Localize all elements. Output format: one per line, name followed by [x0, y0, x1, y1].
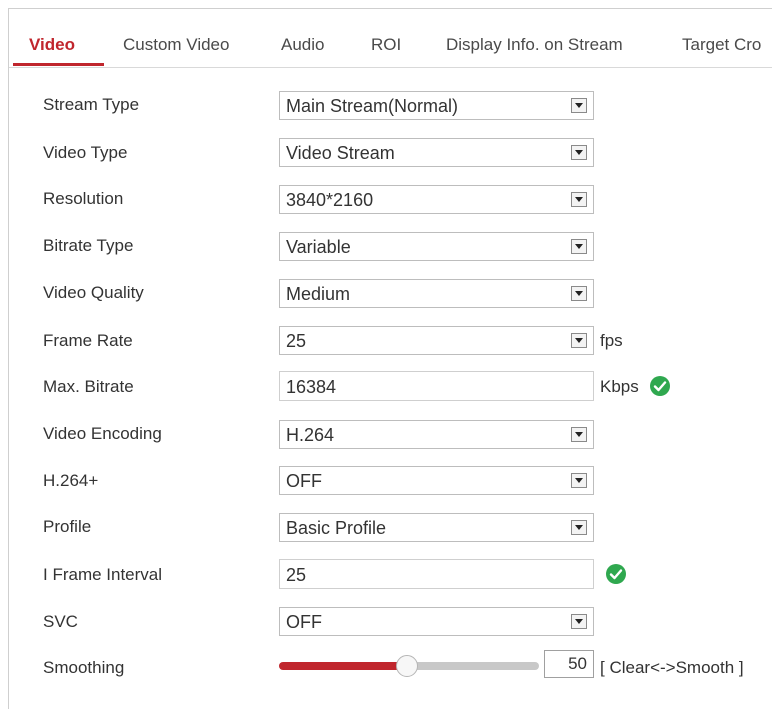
tab-audio[interactable]: Audio: [281, 33, 324, 57]
stream-type-label: Stream Type: [43, 95, 140, 114]
profile-select[interactable]: Basic Profile: [279, 513, 594, 542]
video-type-select[interactable]: Video Stream: [279, 138, 594, 167]
resolution-label: Resolution: [43, 189, 124, 208]
svc-label: SVC: [43, 612, 78, 631]
smoothing-slider-handle[interactable]: [396, 655, 418, 677]
frame-rate-label: Frame Rate: [43, 331, 133, 350]
video-encoding-value: H.264: [286, 425, 335, 445]
video-quality-value: Medium: [286, 284, 351, 304]
resolution-value: 3840*2160: [286, 190, 374, 210]
h264-plus-value: OFF: [286, 471, 322, 491]
video-encoding-label: Video Encoding: [43, 424, 162, 443]
smoothing-label: Smoothing: [43, 658, 125, 677]
svc-select[interactable]: OFF: [279, 607, 594, 636]
stream-type-select[interactable]: Main Stream(Normal): [279, 91, 594, 120]
chevron-down-icon[interactable]: [571, 192, 587, 207]
resolution-select[interactable]: 3840*2160: [279, 185, 594, 214]
chevron-down-icon[interactable]: [571, 614, 587, 629]
i-frame-interval-label: I Frame Interval: [43, 565, 163, 584]
video-quality-select[interactable]: Medium: [279, 279, 594, 308]
h264-plus-select[interactable]: OFF: [279, 466, 594, 495]
max-bitrate-value: 16384: [286, 377, 337, 397]
tab-display-info[interactable]: Display Info. on Stream: [446, 33, 623, 57]
tab-target-crop[interactable]: Target Cro: [682, 33, 761, 57]
bitrate-type-label: Bitrate Type: [43, 236, 134, 255]
bitrate-type-select[interactable]: Variable: [279, 232, 594, 261]
check-circle-icon: [606, 564, 626, 584]
chevron-down-icon[interactable]: [571, 520, 587, 535]
smoothing-value-input[interactable]: 50: [544, 650, 594, 678]
profile-value: Basic Profile: [286, 518, 387, 538]
max-bitrate-label: Max. Bitrate: [43, 377, 134, 396]
tab-video[interactable]: Video: [29, 33, 75, 57]
frame-rate-value: 25: [286, 331, 307, 351]
video-encoding-select[interactable]: H.264: [279, 420, 594, 449]
svc-value: OFF: [286, 612, 322, 632]
bitrate-type-value: Variable: [286, 237, 351, 257]
max-bitrate-unit: Kbps: [600, 377, 639, 396]
smoothing-range-label: [ Clear<->Smooth ]: [600, 658, 744, 677]
video-quality-label: Video Quality: [43, 283, 144, 302]
chevron-down-icon[interactable]: [571, 427, 587, 442]
tab-custom-video[interactable]: Custom Video: [123, 33, 229, 57]
chevron-down-icon[interactable]: [571, 473, 587, 488]
chevron-down-icon[interactable]: [571, 98, 587, 113]
tab-bar: Video Custom Video Audio ROI Display Inf…: [9, 9, 772, 68]
smoothing-slider-track[interactable]: [400, 662, 539, 670]
tab-roi[interactable]: ROI: [371, 33, 401, 57]
smoothing-slider-fill: [279, 662, 407, 670]
active-tab-indicator: [13, 63, 104, 66]
video-type-value: Video Stream: [286, 143, 395, 163]
video-type-label: Video Type: [43, 143, 128, 162]
max-bitrate-input[interactable]: 16384: [279, 371, 594, 401]
frame-rate-select[interactable]: 25: [279, 326, 594, 355]
chevron-down-icon[interactable]: [571, 145, 587, 160]
profile-label: Profile: [43, 517, 92, 536]
chevron-down-icon[interactable]: [571, 286, 587, 301]
frame-rate-unit: fps: [600, 331, 623, 350]
h264-plus-label: H.264+: [43, 471, 99, 490]
stream-type-value: Main Stream(Normal): [286, 96, 459, 116]
i-frame-interval-value: 25: [286, 565, 307, 585]
check-circle-icon: [650, 376, 670, 396]
i-frame-interval-input[interactable]: 25: [279, 559, 594, 589]
chevron-down-icon[interactable]: [571, 333, 587, 348]
chevron-down-icon[interactable]: [571, 239, 587, 254]
